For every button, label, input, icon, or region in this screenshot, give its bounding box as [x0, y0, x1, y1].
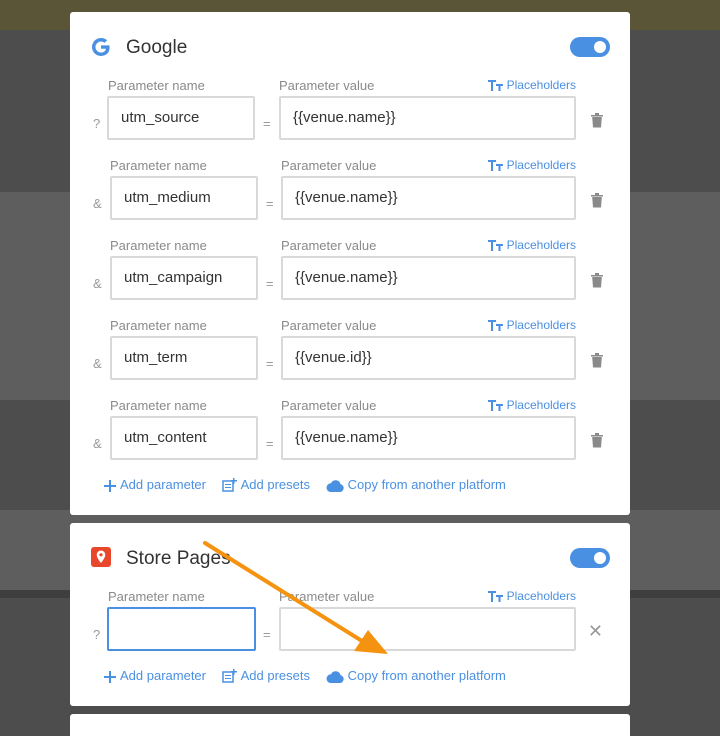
- google-enabled-toggle[interactable]: [570, 37, 610, 57]
- add-parameter-button[interactable]: Add parameter: [104, 668, 206, 683]
- param-value-input[interactable]: {{venue.id}}: [281, 336, 576, 380]
- param-separator: ?: [93, 627, 101, 642]
- add-presets-button[interactable]: Add presets: [221, 668, 310, 683]
- placeholders-link[interactable]: Placeholders: [487, 238, 576, 252]
- plus-icon: [104, 671, 116, 683]
- add-presets-button[interactable]: Add presets: [221, 477, 310, 492]
- param-value-label: Parameter value: [281, 238, 377, 253]
- param-value-input[interactable]: {{venue.name}}: [281, 416, 576, 460]
- param-row: Parameter name Parameter value Placehold…: [70, 589, 630, 659]
- store-pages-card-header: Store Pages: [90, 547, 610, 577]
- plus-icon: [104, 480, 116, 492]
- google-card-title: Google: [126, 37, 188, 58]
- copy-from-platform-button[interactable]: Copy from another platform: [326, 668, 506, 683]
- store-pages-platform-card: Store Pages Parameter name Parameter val…: [70, 523, 630, 706]
- param-separator: &: [93, 276, 102, 291]
- store-pages-actions: Add parameter Add presets Copy from anot…: [104, 668, 518, 683]
- text-format-icon: [487, 240, 503, 251]
- param-name-input[interactable]: utm_campaign: [110, 256, 258, 300]
- next-platform-card: [70, 714, 630, 736]
- placeholders-label: Placeholders: [506, 589, 576, 603]
- param-name-label: Parameter name: [110, 318, 207, 333]
- copy-from-platform-button[interactable]: Copy from another platform: [326, 477, 506, 492]
- param-name-label: Parameter name: [108, 589, 205, 604]
- placeholders-label: Placeholders: [506, 158, 576, 172]
- placeholders-link[interactable]: Placeholders: [487, 318, 576, 332]
- google-card-header: Google: [90, 36, 610, 66]
- param-row: Parameter name Parameter value Placehold…: [70, 158, 630, 228]
- param-value-label: Parameter value: [279, 78, 375, 93]
- equals-sign: =: [266, 276, 274, 291]
- param-value-label: Parameter value: [281, 158, 377, 173]
- param-row: Parameter name Parameter value Placehold…: [70, 78, 630, 148]
- param-name-input[interactable]: utm_medium: [110, 176, 258, 220]
- equals-sign: =: [263, 627, 271, 642]
- param-value-input[interactable]: {{venue.name}}: [279, 96, 576, 140]
- copy-platform-label: Copy from another platform: [347, 668, 506, 683]
- param-name-input[interactable]: [107, 607, 256, 651]
- placeholders-label: Placeholders: [506, 318, 576, 332]
- add-parameter-button[interactable]: Add parameter: [104, 477, 206, 492]
- param-separator: &: [93, 436, 102, 451]
- param-row: Parameter name Parameter value Placehold…: [70, 398, 630, 468]
- equals-sign: =: [266, 356, 274, 371]
- store-pin-icon: [91, 547, 111, 567]
- trash-icon[interactable]: [590, 112, 604, 128]
- add-parameter-label: Add parameter: [120, 668, 206, 683]
- param-name-input[interactable]: utm_content: [110, 416, 258, 460]
- trash-icon[interactable]: [590, 272, 604, 288]
- param-name-label: Parameter name: [110, 238, 207, 253]
- google-platform-card: Google Parameter name Parameter value Pl…: [70, 12, 630, 515]
- google-actions: Add parameter Add presets Copy from anot…: [104, 477, 518, 492]
- google-logo-icon: [92, 38, 110, 56]
- playlist-add-icon: [221, 478, 237, 492]
- param-value-input[interactable]: {{venue.name}}: [281, 176, 576, 220]
- param-name-input[interactable]: utm_source: [107, 96, 255, 140]
- param-row: Parameter name Parameter value Placehold…: [70, 238, 630, 308]
- trash-icon[interactable]: [590, 432, 604, 448]
- playlist-add-icon: [221, 669, 237, 683]
- placeholders-label: Placeholders: [506, 238, 576, 252]
- param-value-input[interactable]: {{venue.name}}: [281, 256, 576, 300]
- param-value-input[interactable]: [279, 607, 576, 651]
- param-name-input[interactable]: utm_term: [110, 336, 258, 380]
- placeholders-label: Placeholders: [506, 398, 576, 412]
- trash-icon[interactable]: [590, 352, 604, 368]
- equals-sign: =: [266, 436, 274, 451]
- store-pages-card-title: Store Pages: [126, 548, 231, 569]
- add-presets-label: Add presets: [240, 477, 310, 492]
- cloud-icon: [326, 671, 344, 683]
- param-value-label: Parameter value: [281, 398, 377, 413]
- param-separator: &: [93, 356, 102, 371]
- text-format-icon: [487, 400, 503, 411]
- add-parameter-label: Add parameter: [120, 477, 206, 492]
- placeholders-link[interactable]: Placeholders: [487, 589, 576, 603]
- copy-platform-label: Copy from another platform: [347, 477, 506, 492]
- param-value-label: Parameter value: [281, 318, 377, 333]
- text-format-icon: [487, 80, 503, 91]
- text-format-icon: [487, 160, 503, 171]
- param-separator: &: [93, 196, 102, 211]
- placeholders-link[interactable]: Placeholders: [487, 398, 576, 412]
- store-pages-enabled-toggle[interactable]: [570, 548, 610, 568]
- add-presets-label: Add presets: [240, 668, 310, 683]
- close-icon[interactable]: ✕: [588, 622, 603, 640]
- param-name-label: Parameter name: [108, 78, 205, 93]
- trash-icon[interactable]: [590, 192, 604, 208]
- placeholders-link[interactable]: Placeholders: [487, 158, 576, 172]
- placeholders-label: Placeholders: [506, 78, 576, 92]
- text-format-icon: [487, 591, 503, 602]
- param-name-label: Parameter name: [110, 158, 207, 173]
- text-format-icon: [487, 320, 503, 331]
- cloud-icon: [326, 480, 344, 492]
- placeholders-link[interactable]: Placeholders: [487, 78, 576, 92]
- equals-sign: =: [263, 116, 271, 131]
- param-name-label: Parameter name: [110, 398, 207, 413]
- param-value-label: Parameter value: [279, 589, 375, 604]
- equals-sign: =: [266, 196, 274, 211]
- param-separator: ?: [93, 116, 101, 131]
- param-row: Parameter name Parameter value Placehold…: [70, 318, 630, 388]
